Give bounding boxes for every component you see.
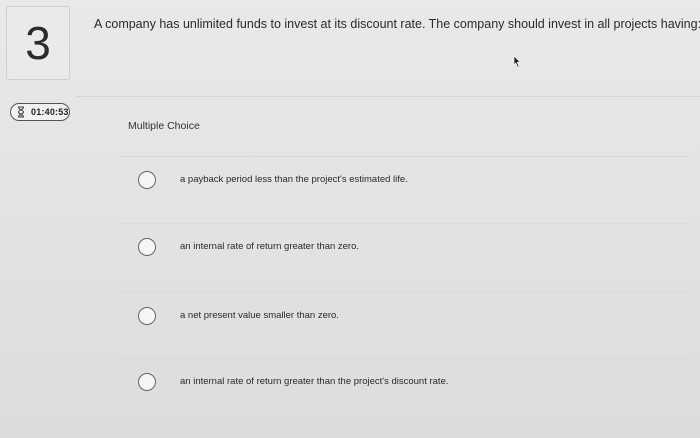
multiple-choice-label: Multiple Choice	[128, 120, 200, 132]
choice-text: an internal rate of return greater than …	[180, 241, 360, 252]
choice-text: a payback period less than the project's…	[180, 174, 408, 185]
choice-text: an internal rate of return greater than …	[180, 376, 449, 387]
radio-button[interactable]	[138, 237, 156, 256]
question-number: 3	[25, 17, 51, 69]
section-divider	[76, 96, 700, 97]
timer-badge[interactable]: 01:40:53	[10, 103, 70, 121]
quiz-page: 3 01:40:53 A company has unlimited funds…	[0, 0, 700, 438]
question-text: A company has unlimited funds to invest …	[94, 17, 700, 31]
choice-text: a net present value smaller than zero.	[180, 310, 339, 321]
radio-button[interactable]	[138, 306, 156, 325]
answer-choice-3[interactable]: a net present value smaller than zero.	[118, 292, 688, 338]
timer-value: 01:40:53	[31, 107, 69, 117]
question-number-box: 3	[6, 6, 70, 80]
mouse-pointer-icon	[513, 55, 521, 68]
radio-button[interactable]	[138, 372, 156, 391]
radio-button[interactable]	[138, 170, 156, 189]
answer-choice-4[interactable]: an internal rate of return greater than …	[118, 358, 688, 404]
answer-choice-1[interactable]: a payback period less than the project's…	[118, 156, 688, 202]
hourglass-icon	[17, 106, 25, 118]
answer-choice-2[interactable]: an internal rate of return greater than …	[118, 223, 688, 269]
